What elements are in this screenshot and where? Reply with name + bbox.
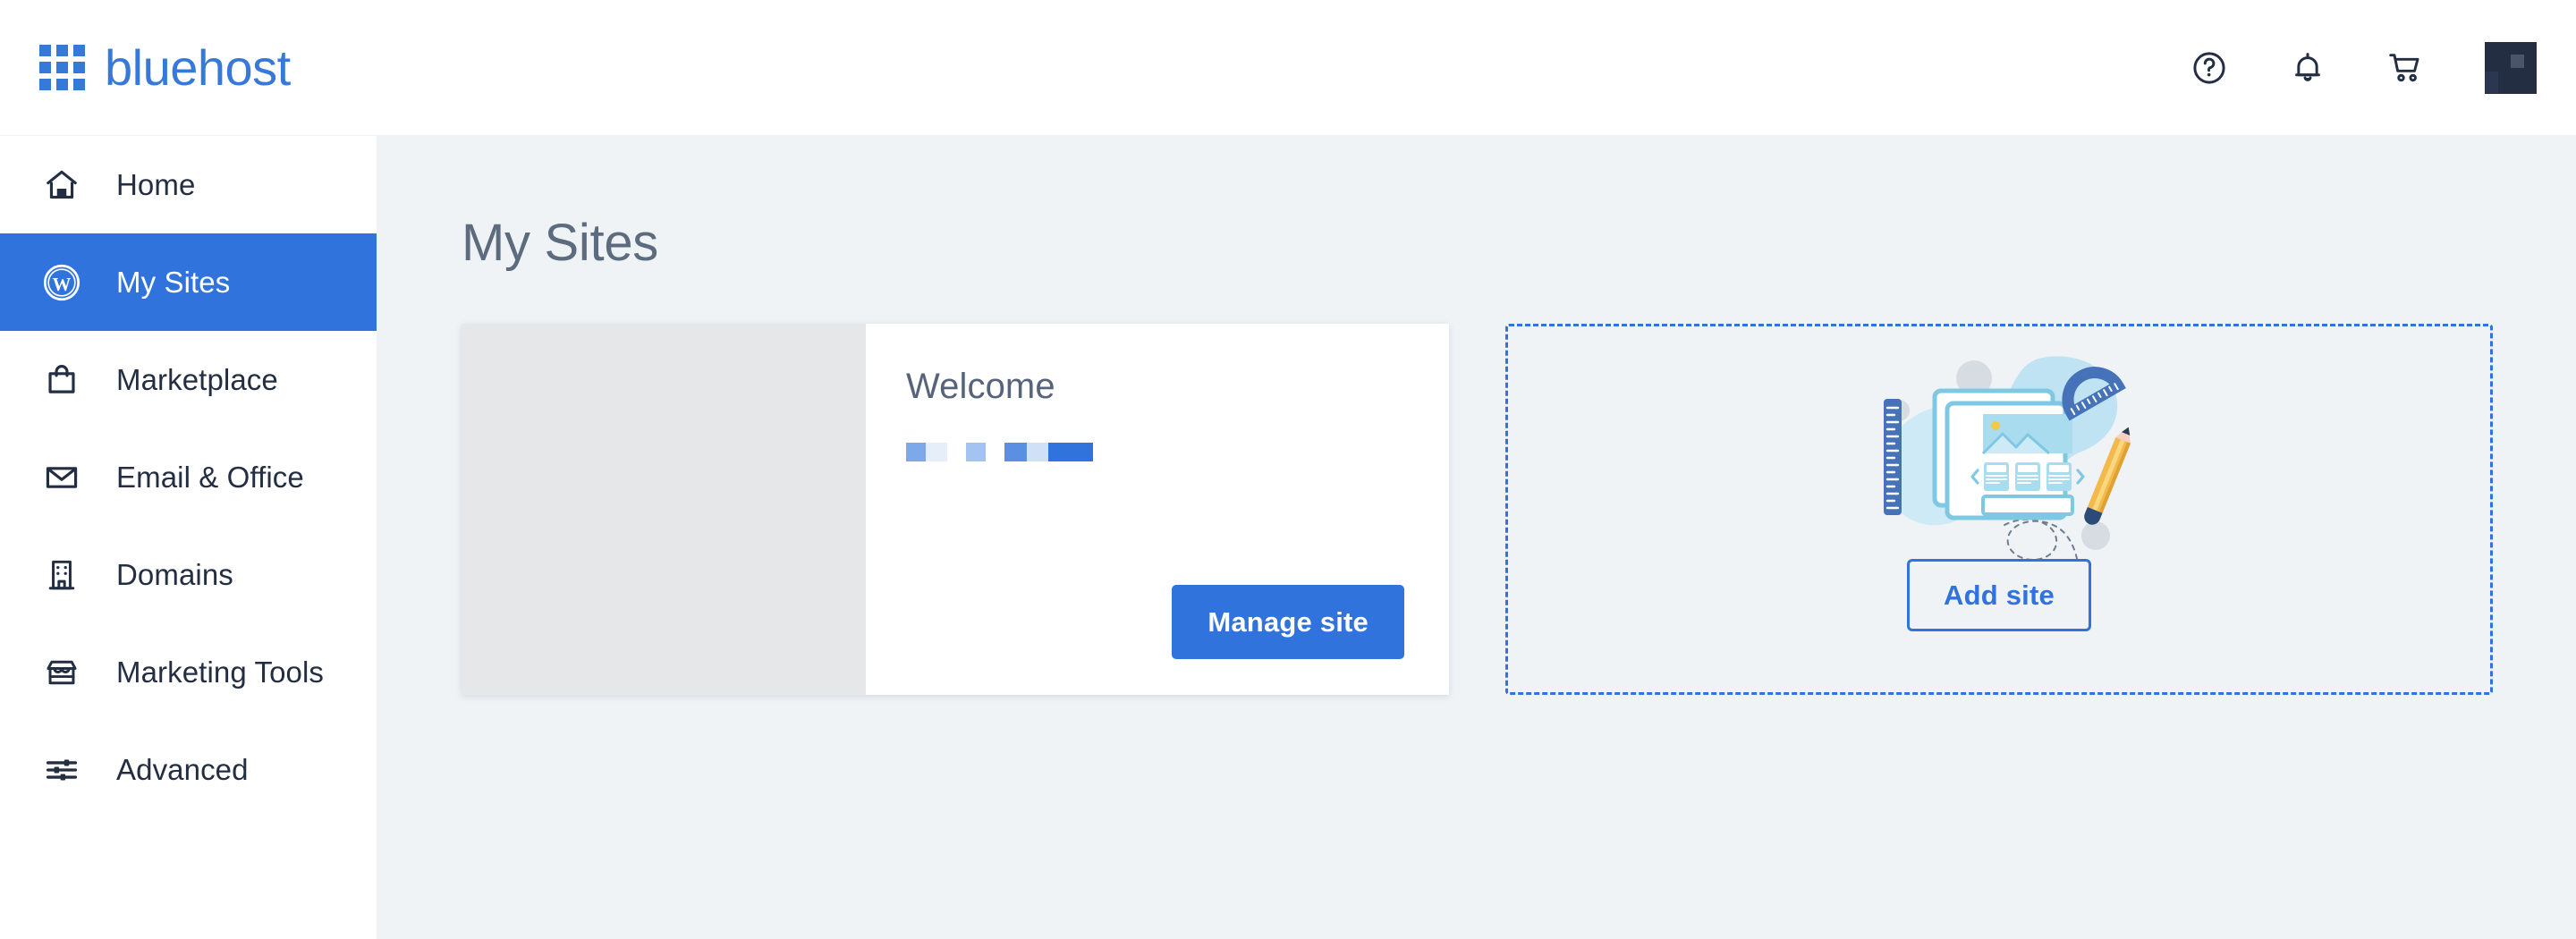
home-icon: [41, 165, 82, 206]
page-title: My Sites: [462, 214, 658, 272]
sidebar-item-label: Marketplace: [116, 362, 278, 396]
loading-block: [1048, 443, 1093, 461]
svg-text:W: W: [53, 273, 72, 294]
header-actions: [2190, 41, 2537, 94]
shopping-cart-icon[interactable]: [2386, 48, 2426, 88]
loading-block: [986, 443, 1004, 461]
loading-block: [947, 443, 966, 461]
shopping-bag-icon: [41, 360, 82, 401]
sidebar-item-label: Advanced: [116, 752, 249, 786]
sidebar-item-my-sites[interactable]: W My Sites: [0, 233, 377, 331]
wordpress-icon: W: [41, 262, 82, 303]
sidebar-item-label: My Sites: [116, 265, 231, 299]
sidebar-item-label: Home: [116, 167, 196, 201]
add-site-panel[interactable]: Add site: [1505, 324, 2493, 695]
loading-block: [926, 443, 947, 461]
site-loading-indicator: [906, 443, 1404, 461]
loading-block: [906, 443, 926, 461]
brand-name: bluehost: [105, 38, 291, 96]
top-header: bluehost: [0, 0, 2576, 135]
building-icon: [41, 554, 82, 596]
account-avatar[interactable]: [2485, 41, 2537, 94]
loading-block: [1027, 443, 1048, 461]
loading-block: [1004, 443, 1027, 461]
add-site-button[interactable]: Add site: [1907, 559, 2091, 631]
site-thumbnail-placeholder: [462, 324, 866, 695]
sidebar-item-label: Marketing Tools: [116, 655, 325, 689]
website-builder-illustration: [1847, 332, 2151, 563]
main-sidebar: Home W My Sites Marketplace Email & Offi…: [0, 135, 377, 939]
sidebar-item-marketing-tools[interactable]: Marketing Tools: [0, 623, 377, 721]
sidebar-item-label: Email & Office: [116, 460, 304, 494]
sidebar-item-label: Domains: [116, 557, 233, 591]
site-card-actions: Manage site: [906, 585, 1404, 659]
sidebar-item-marketplace[interactable]: Marketplace: [0, 331, 377, 428]
notifications-bell-icon[interactable]: [2288, 48, 2327, 88]
storefront-icon: [41, 652, 82, 693]
sliders-icon: [41, 749, 82, 791]
manage-site-button[interactable]: Manage site: [1172, 585, 1404, 659]
sidebar-item-home[interactable]: Home: [0, 136, 377, 233]
site-card[interactable]: Welcome Manage site: [462, 324, 1449, 695]
loading-block: [966, 443, 986, 461]
main-content: My Sites Welcome Manage site Add site: [377, 135, 2576, 939]
site-name: Welcome: [906, 367, 1055, 406]
sites-grid: Welcome Manage site Add site: [462, 324, 2576, 695]
sidebar-item-email-office[interactable]: Email & Office: [0, 428, 377, 526]
envelope-icon: [41, 457, 82, 498]
sidebar-item-domains[interactable]: Domains: [0, 526, 377, 623]
site-card-body: Welcome Manage site: [866, 324, 1449, 695]
help-icon[interactable]: [2190, 48, 2229, 88]
grid-logo-icon: [39, 45, 85, 90]
sidebar-item-advanced[interactable]: Advanced: [0, 721, 377, 818]
bluehost-logo[interactable]: bluehost: [39, 38, 291, 96]
